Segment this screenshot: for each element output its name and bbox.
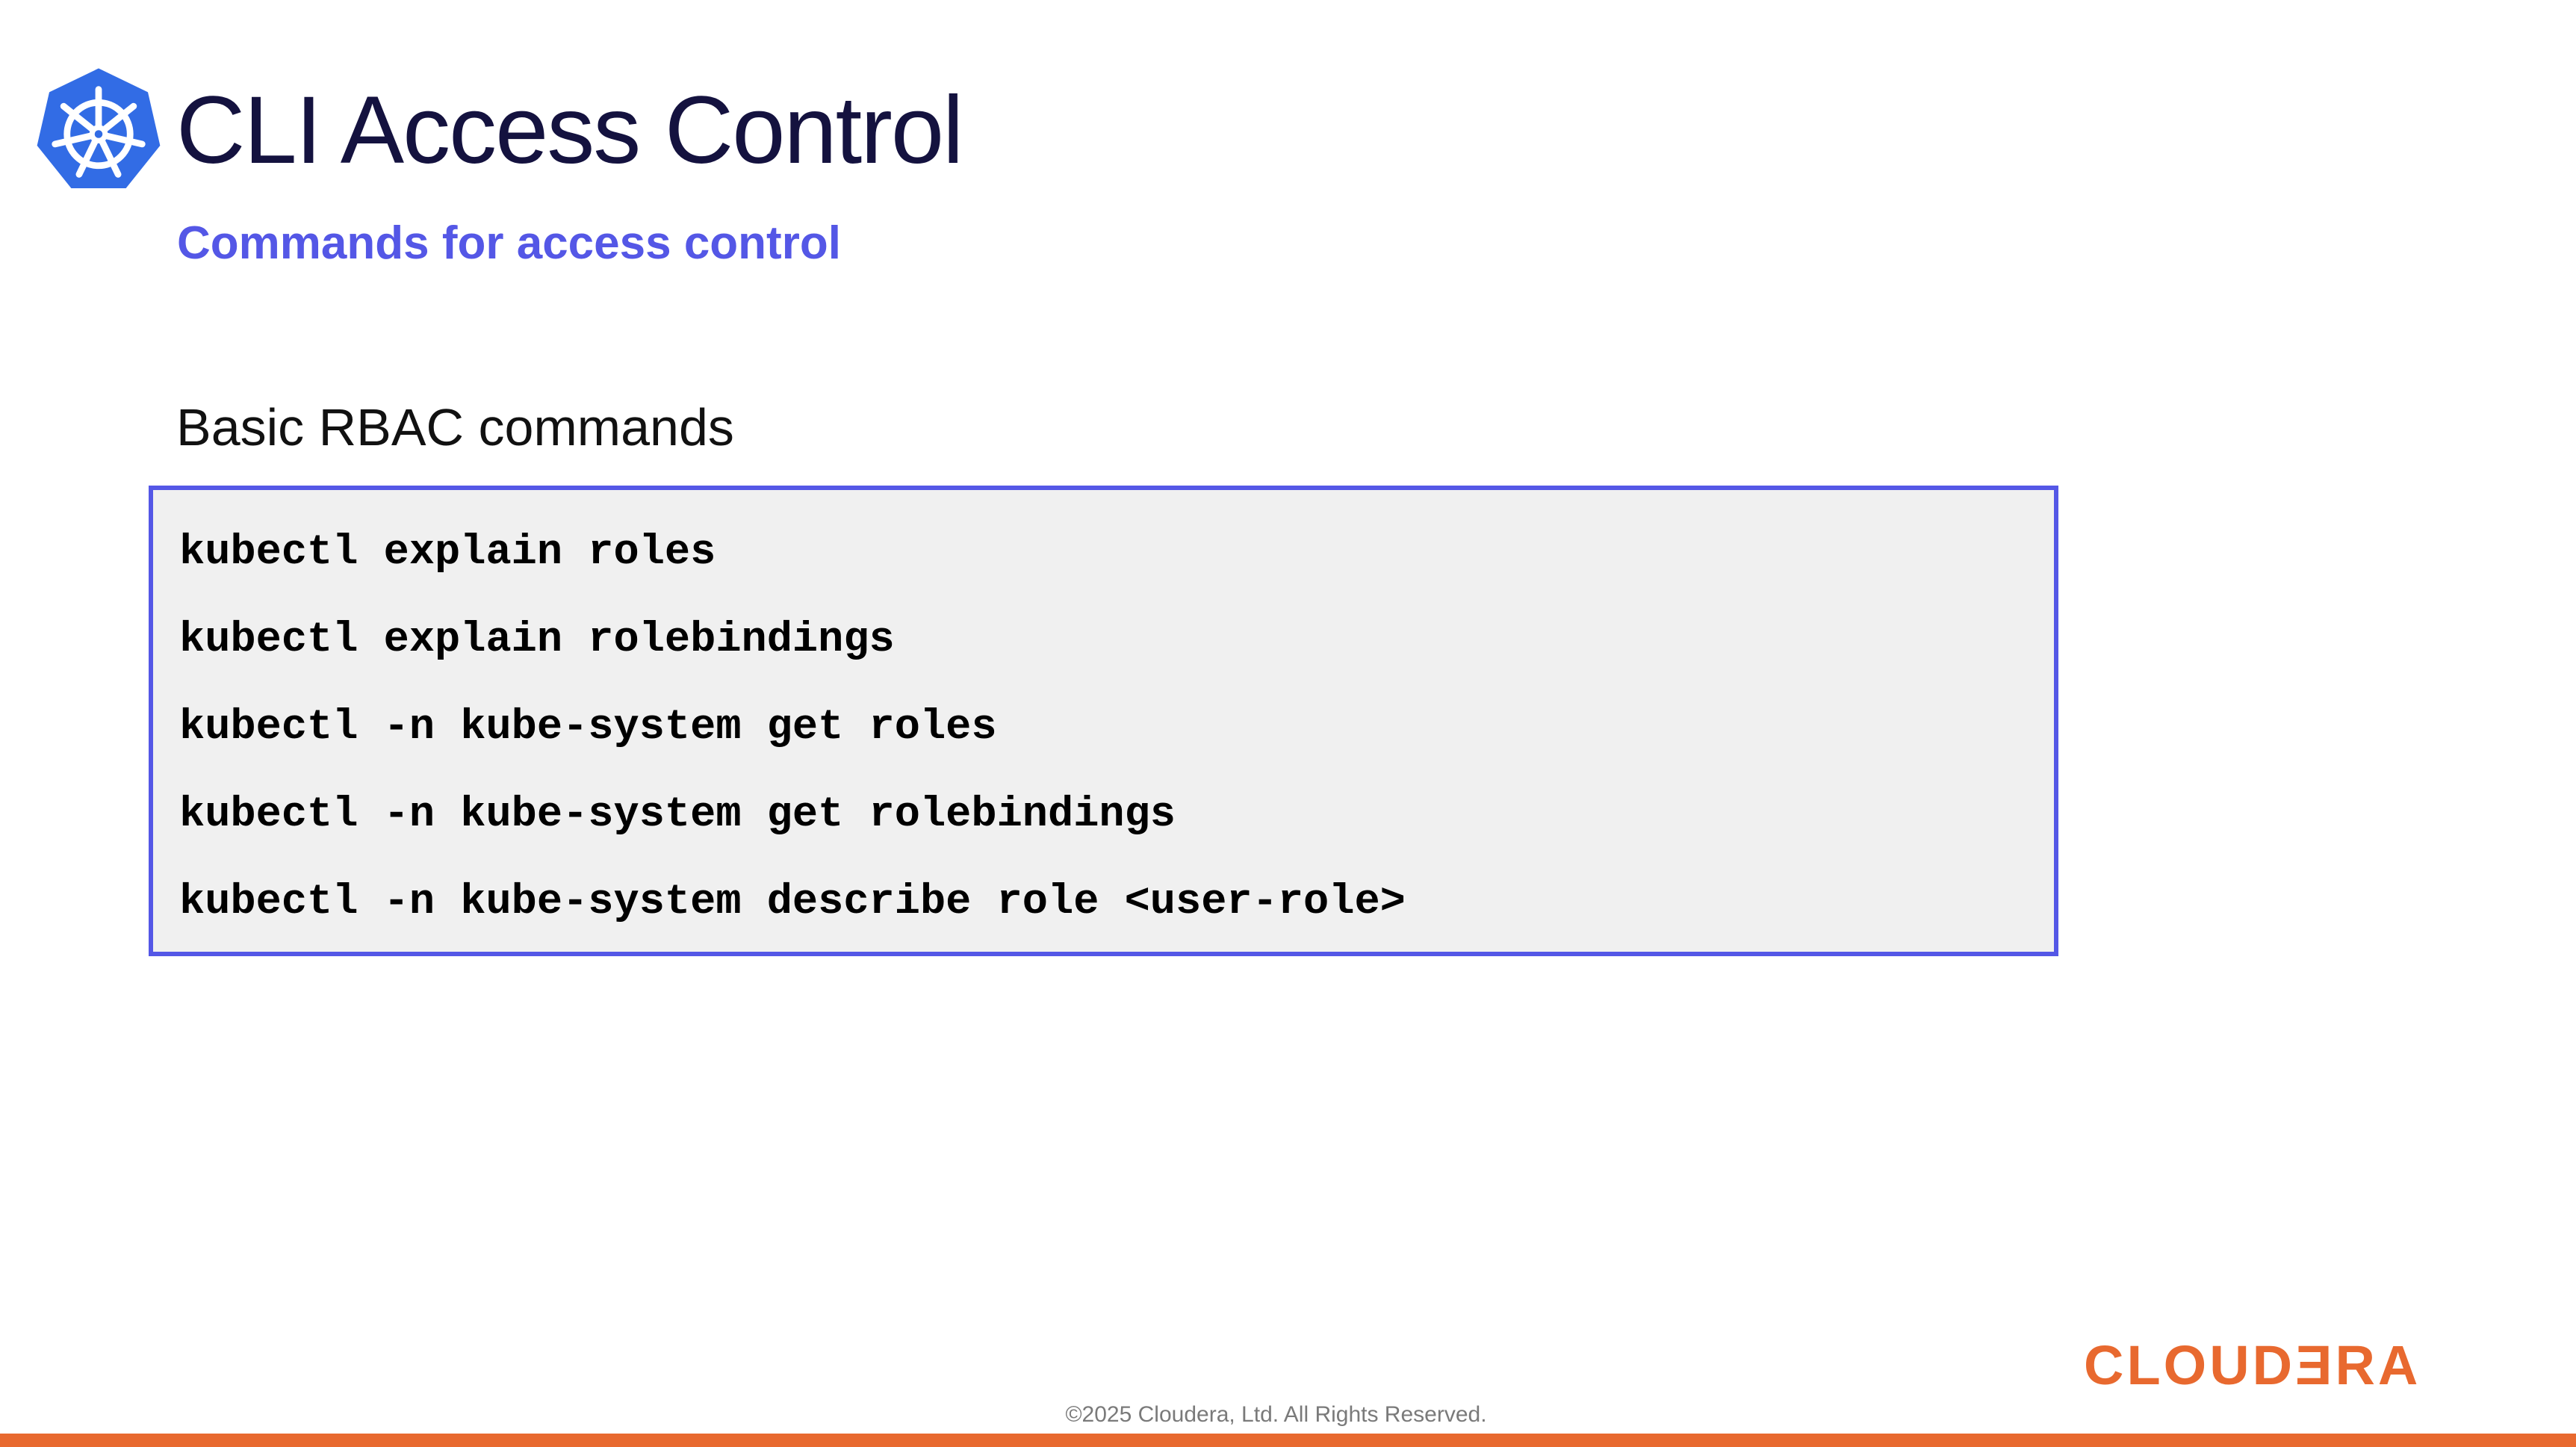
cloudera-logo: CLOUDƎRA — [2084, 1334, 2421, 1396]
code-line: kubectl -n kube-system describe role <us… — [179, 879, 1406, 926]
section-heading: Basic RBAC commands — [176, 398, 734, 456]
kubernetes-logo-icon — [37, 68, 161, 189]
code-line: kubectl -n kube-system get roles — [179, 704, 997, 752]
code-line: kubectl -n kube-system get rolebindings — [179, 791, 1176, 839]
bottom-accent-bar — [0, 1434, 2576, 1447]
page-title: CLI Access Control — [176, 77, 963, 184]
page-subtitle: Commands for access control — [177, 217, 841, 269]
code-block: kubectl explain roles kubectl explain ro… — [149, 486, 2058, 956]
copyright-notice: ©2025 Cloudera, Ltd. All Rights Reserved… — [1065, 1402, 1487, 1427]
code-line: kubectl explain rolebindings — [179, 616, 895, 664]
code-line: kubectl explain roles — [179, 529, 716, 577]
